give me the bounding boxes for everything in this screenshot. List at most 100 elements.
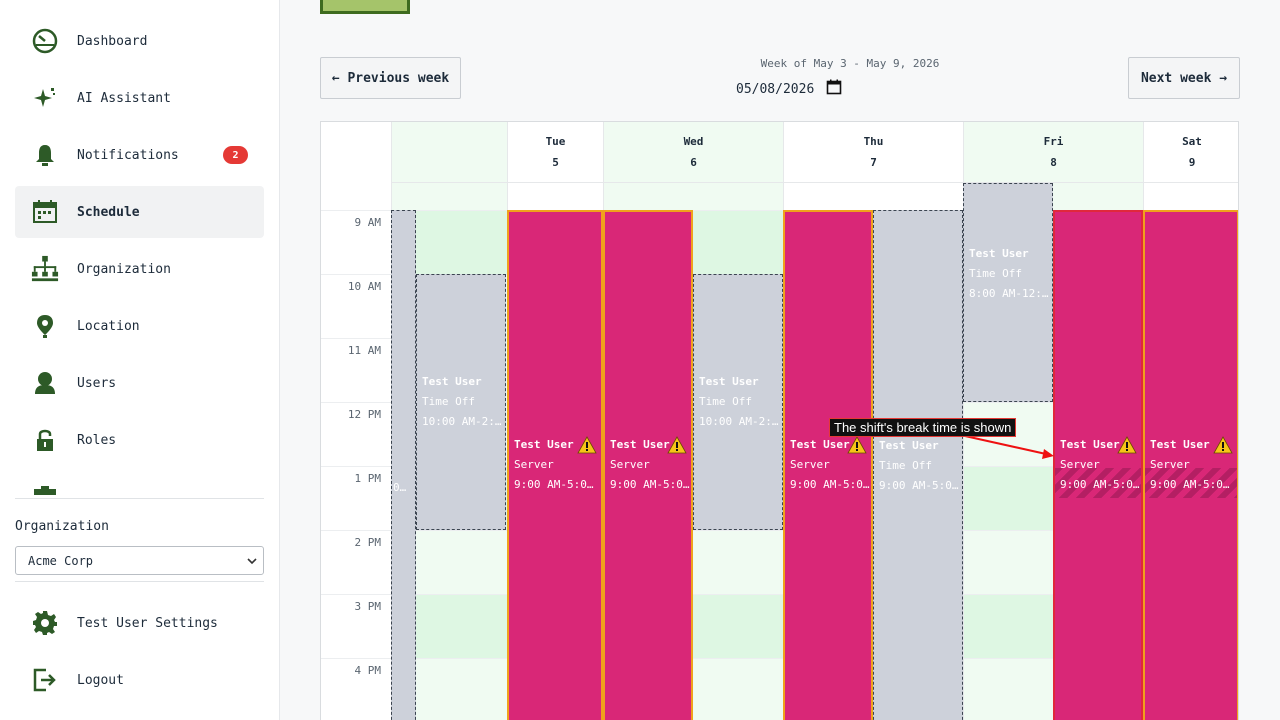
time-label: 2 PM <box>354 536 382 549</box>
event-role: Time Off <box>969 267 1022 280</box>
day-header-wed: Wed 6 <box>604 122 783 183</box>
user-icon <box>31 369 59 397</box>
event-user: Test User <box>1150 438 1210 451</box>
event-time: 10:00 AM-2:… <box>699 415 779 428</box>
sidebar-divider <box>15 498 264 499</box>
sidebar-item-ai-assistant[interactable]: AI Assistant <box>15 72 264 124</box>
notification-count-badge: 2 <box>223 146 248 164</box>
green-action-block[interactable] <box>320 0 410 14</box>
day-name: Wed <box>683 135 704 148</box>
shift-event-tue[interactable]: Test User Server 9:00 AM-5:0… <box>507 210 603 720</box>
next-week-button[interactable]: Next week → <box>1128 57 1240 99</box>
sidebar-item-label: Location <box>77 318 140 334</box>
time-label: 11 AM <box>347 344 381 357</box>
location-pin-icon <box>31 312 59 340</box>
event-time: 9:00 AM-5:0… <box>1060 478 1140 491</box>
event-time: 10:00 AM-2:… <box>422 415 502 428</box>
day-header-thu: Thu 7 <box>784 122 963 183</box>
calendar-icon <box>31 198 59 226</box>
shift-event-wed[interactable]: Test User Server 9:00 AM-5:0… <box>603 210 693 720</box>
sidebar-item-notifications[interactable]: Notifications 2 <box>15 129 264 181</box>
day-header-fri: Fri 8 <box>964 122 1143 183</box>
time-label: 10 AM <box>347 280 381 293</box>
sidebar-nav: Dashboard AI Assistant Notifications 2 S… <box>15 15 264 495</box>
gear-icon <box>31 609 59 637</box>
sidebar-item-roles[interactable]: Roles <box>15 414 264 466</box>
event-time: 9:00 AM-5:0… <box>790 478 870 491</box>
date-picker-input[interactable]: 05/08/2026 <box>736 79 856 99</box>
user-settings-label: Test User Settings <box>77 615 218 631</box>
sidebar-item-label: Schedule <box>77 204 140 220</box>
sidebar: Dashboard AI Assistant Notifications 2 S… <box>0 0 280 720</box>
day-name: Thu <box>863 135 884 148</box>
briefcase-icon <box>31 483 59 495</box>
time-off-event[interactable]: 0… <box>391 210 416 720</box>
logout-icon <box>31 666 59 694</box>
sidebar-item-location[interactable]: Location <box>15 300 264 352</box>
time-off-event[interactable]: Test User Time Off 9:00 AM-5:0… <box>873 210 963 720</box>
event-user: Test User <box>422 375 482 388</box>
event-user: Test User <box>1060 438 1120 451</box>
event-role: Time Off <box>422 395 475 408</box>
event-role: Time Off <box>699 395 752 408</box>
sidebar-divider <box>15 581 264 582</box>
warning-icon <box>1117 436 1137 457</box>
week-calendar: Tue 5 Wed 6 Thu 7 Fri 8 Sat 9 9 AM 10 AM… <box>320 121 1239 720</box>
time-label: 1 PM <box>354 472 382 485</box>
logout-link[interactable]: Logout <box>15 658 264 702</box>
sidebar-item-organization[interactable]: Organization <box>15 243 264 295</box>
previous-week-button[interactable]: ← Previous week <box>320 57 461 99</box>
sidebar-item-schedule[interactable]: Schedule <box>15 186 264 238</box>
sidebar-item-label: Organization <box>77 261 171 277</box>
day-date: 6 <box>690 156 697 169</box>
sidebar-item-label: AI Assistant <box>77 90 171 106</box>
time-label: 12 PM <box>347 408 381 421</box>
week-range-label: Week of May 3 - May 9, 2026 <box>760 57 940 70</box>
time-off-event[interactable]: Test User Time Off 8:00 AM-12:… <box>963 183 1053 402</box>
time-off-event[interactable]: Test User Time Off 10:00 AM-2:… <box>693 274 783 530</box>
event-role: Server <box>790 458 830 471</box>
event-time: 8:00 AM-12:… <box>969 287 1049 300</box>
warning-icon <box>577 436 597 457</box>
time-label: 9 AM <box>354 216 382 229</box>
event-user: Test User <box>790 438 850 451</box>
day-date: 9 <box>1188 156 1196 169</box>
sidebar-item-dashboard[interactable]: Dashboard <box>15 15 264 67</box>
organization-select[interactable]: Acme Corp <box>15 546 264 575</box>
event-role: Server <box>1060 458 1100 471</box>
event-role: Server <box>1150 458 1190 471</box>
sidebar-item-users[interactable]: Users <box>15 357 264 409</box>
chevron-down-icon <box>247 555 257 569</box>
organization-select-value: Acme Corp <box>28 553 94 568</box>
day-header-tue: Tue 5 <box>508 122 603 183</box>
time-label: 3 PM <box>354 600 382 613</box>
day-date: 5 <box>552 156 559 169</box>
time-label: 4 PM <box>354 664 382 677</box>
calendar-picker-icon[interactable] <box>826 79 842 99</box>
event-user: Test User <box>610 438 670 451</box>
event-time: 9:00 AM-5:0… <box>1150 478 1230 491</box>
sparkle-icon <box>31 84 59 112</box>
organization-label: Organization <box>15 519 109 534</box>
day-name: Fri <box>1043 135 1064 148</box>
event-role: Server <box>610 458 650 471</box>
event-user: Test User <box>969 247 1029 260</box>
day-date: 7 <box>870 156 877 169</box>
event-time: 9:00 AM-5:0… <box>610 478 690 491</box>
day-header-sat: Sat 9 <box>1144 122 1238 183</box>
time-off-event[interactable]: Test User Time Off 10:00 AM-2:… <box>416 274 506 530</box>
shift-event-fri[interactable]: Test User Server 9:00 AM-5:0… <box>1053 210 1143 720</box>
sidebar-item-partial[interactable] <box>15 471 264 495</box>
event-role: Server <box>514 458 554 471</box>
shift-event-thu[interactable]: Test User Server 9:00 AM-5:0… <box>783 210 873 720</box>
shift-event-sat[interactable]: Test User Server 9:00 AM-5:0… <box>1143 210 1238 720</box>
day-date: 8 <box>1050 156 1057 169</box>
event-time: 9:00 AM-5:0… <box>879 479 959 492</box>
event-user: Test User <box>699 375 759 388</box>
user-settings-link[interactable]: Test User Settings <box>15 601 264 645</box>
day-name: Tue <box>545 135 566 148</box>
annotation-callout: The shift's break time is shown <box>829 418 1017 437</box>
lock-icon <box>31 426 59 454</box>
sidebar-item-label: Roles <box>77 432 117 448</box>
day-name: Sat <box>1182 135 1202 148</box>
